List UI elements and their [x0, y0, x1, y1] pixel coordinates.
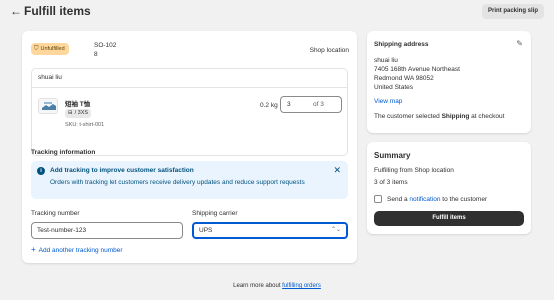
variant-icon: ⊟: [68, 110, 73, 116]
add-tracking-number-link[interactable]: + Add another tracking number: [31, 246, 123, 254]
tracking-number-input[interactable]: Test-number-123: [31, 222, 183, 239]
page-title: Fulfill items: [24, 4, 91, 18]
fulfilling-from-text: Fulfilling from Shop location: [374, 167, 454, 174]
item-weight: 0.2 kg: [260, 102, 278, 109]
quantity-value: 3: [287, 101, 291, 108]
address-line: United States: [374, 84, 414, 91]
shipping-carrier-label: Shipping carrier: [192, 210, 238, 217]
summary-card: Summary Fulfilling from Shop location 3 …: [367, 142, 531, 234]
unfulfilled-badge: ⛉ Unfulfilled: [31, 43, 69, 55]
divider: [32, 87, 347, 88]
info-icon: i: [37, 167, 45, 175]
shipping-method-note: The customer selected Shipping at checko…: [374, 113, 505, 120]
sku-text: SKU: t-shirt-001: [65, 122, 105, 128]
items-count-text: 3 of 3 items: [374, 179, 408, 186]
unfulfilled-icon: ⛉: [34, 46, 39, 52]
address-line: Redmond WA 98052: [374, 75, 434, 82]
quantity-of-label: of 3: [313, 101, 324, 108]
quantity-input[interactable]: 3 of 3: [280, 96, 342, 113]
back-arrow-icon[interactable]: ←: [10, 4, 22, 18]
shipping-address-title: Shipping address: [374, 41, 429, 48]
print-packing-slip-button[interactable]: Print packing slip: [481, 4, 544, 19]
send-notification-checkbox[interactable]: [374, 195, 382, 203]
notification-link[interactable]: notification: [409, 196, 440, 203]
fulfilling-orders-link[interactable]: fulfilling orders: [282, 283, 321, 289]
select-caret-icon: ⌃⌄: [330, 227, 341, 233]
tracking-number-label: Tracking number: [31, 210, 80, 217]
variant-label: / 3XS: [74, 110, 89, 116]
address-line: 7405 168th Avenue Northeast: [374, 66, 460, 73]
variant-badge: ⊟ / 3XS: [65, 109, 92, 118]
customer-name: shuai liu: [38, 74, 62, 81]
banner-title: Add tracking to improve customer satisfa…: [50, 167, 194, 174]
order-id: SO-1028: [94, 42, 117, 58]
carrier-value: UPS: [199, 227, 213, 234]
send-notification-label: Send a notification to the customer: [387, 196, 488, 203]
tracking-heading: Tracking information: [31, 149, 96, 156]
pencil-icon[interactable]: ✎: [516, 39, 523, 48]
view-map-link[interactable]: View map: [374, 98, 402, 105]
shipping-address-card: Shipping address ✎ shuai liu 7405 168th …: [367, 31, 531, 133]
shipping-carrier-select[interactable]: UPS ⌃⌄: [192, 222, 348, 239]
fulfill-items-button[interactable]: Fulfill items: [374, 211, 524, 226]
plus-icon: +: [31, 245, 36, 254]
tracking-info-banner: i Add tracking to improve customer satis…: [31, 161, 348, 199]
unfulfilled-badge-label: Unfulfilled: [40, 46, 65, 52]
address-line: shuai liu: [374, 57, 398, 64]
fulfillment-card: ⛉ Unfulfilled SO-1028 Shop location shua…: [22, 31, 357, 263]
location-label: Shop location: [309, 47, 349, 54]
line-items-box: shuai liu 短袖 T恤 ⊟ / 3XS SKU: t-shirt-001…: [31, 68, 348, 156]
footer-help-text: Learn more about fulfilling orders: [233, 283, 321, 289]
banner-body: Orders with tracking let customers recei…: [50, 179, 305, 186]
summary-title: Summary: [374, 151, 411, 160]
product-thumbnail: [38, 98, 58, 114]
close-icon[interactable]: ✕: [333, 165, 341, 175]
product-name[interactable]: 短袖 T恤: [65, 98, 90, 108]
add-tracking-label: Add another tracking number: [38, 246, 123, 254]
